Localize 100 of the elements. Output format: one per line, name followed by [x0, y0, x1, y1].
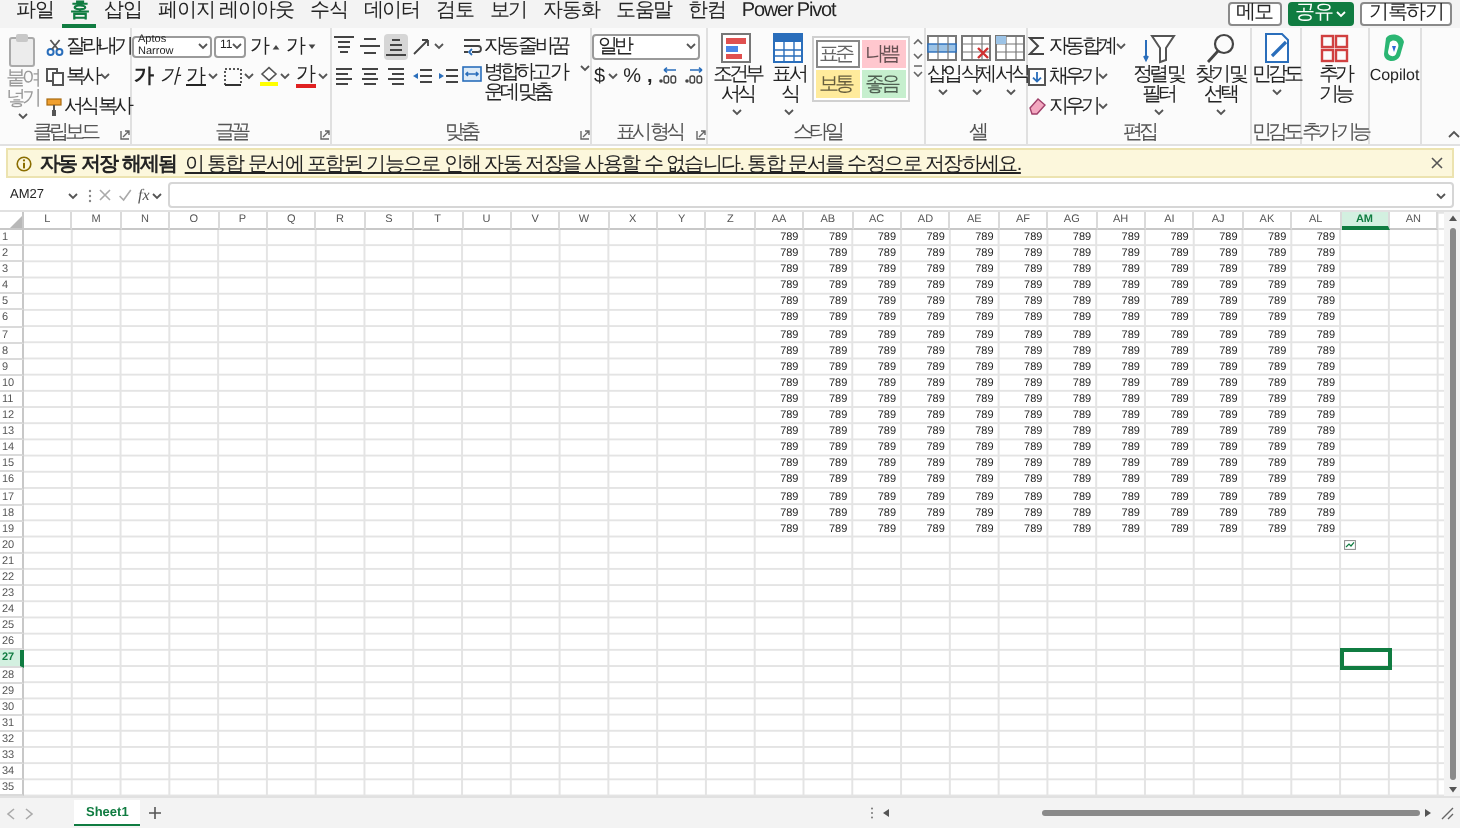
delete-button[interactable]: 삭제 — [960, 32, 993, 96]
align-middle-button[interactable] — [358, 33, 382, 59]
merge-center-button[interactable]: 병합하고 가운데 맞춤 — [462, 64, 590, 104]
caret-icon — [17, 112, 27, 120]
scroll-up-icon[interactable] — [912, 36, 925, 48]
insert-function-button[interactable]: fx — [138, 186, 162, 204]
align-center-button[interactable] — [358, 63, 382, 89]
decrease-indent-button[interactable] — [410, 63, 434, 89]
fill-button[interactable]: 채우기 — [1028, 62, 1127, 90]
caret-icon — [244, 72, 254, 80]
horizontal-scrollbar[interactable] — [882, 808, 1432, 818]
conditional-formatting-button[interactable]: 조건부 서식 — [708, 32, 765, 116]
eraser-icon — [1028, 96, 1047, 116]
borders-button[interactable] — [222, 63, 256, 89]
toolbar-button[interactable]: 메모 — [1227, 2, 1282, 26]
group-label: 민감도 — [1252, 122, 1301, 144]
dialog-launcher-icon[interactable] — [696, 130, 707, 140]
ribbon-tab[interactable]: 자동화 — [535, 0, 608, 28]
group-label: 추가 기능 — [1302, 122, 1368, 144]
merge-cells-icon — [462, 64, 482, 84]
collapse-ribbon-icon[interactable] — [1448, 130, 1460, 138]
caret-icon — [731, 108, 742, 116]
caret-icon — [198, 42, 208, 50]
ribbon-tab[interactable]: 검토 — [428, 0, 482, 28]
comma-button[interactable]: , — [644, 63, 655, 89]
ribbon-tab[interactable]: 파일 — [8, 0, 62, 28]
ribbon-tab[interactable]: 보기 — [481, 0, 536, 28]
sensitivity-button[interactable]: 민감도 — [1252, 32, 1301, 96]
align-bottom-button[interactable] — [384, 33, 408, 59]
cell-style[interactable]: 나쁨 — [862, 40, 907, 68]
ribbon-tab[interactable]: 삽입 — [96, 0, 151, 28]
increase-indent-button[interactable] — [436, 63, 460, 89]
ribbon-tab[interactable]: 한컴 — [680, 0, 734, 28]
ribbon-tab[interactable]: 수식 — [302, 0, 356, 28]
ribbon-tab[interactable]: 도움말 — [607, 0, 681, 28]
cell-style[interactable]: 좋음 — [862, 70, 907, 98]
quick-analysis-icon[interactable] — [1343, 539, 1356, 550]
caret-icon — [151, 191, 162, 199]
underline-button[interactable]: 가 — [184, 63, 220, 89]
wrap-text-button[interactable]: 자동 줄 바꿈 — [462, 32, 590, 60]
cut-button[interactable]: 잘라내기 — [46, 32, 130, 60]
sort-filter-button[interactable]: 정렬 및 필터 — [1128, 32, 1189, 116]
ribbon-tab[interactable]: 페이지 레이아웃 — [150, 0, 303, 28]
vertical-scrollbar[interactable] — [1444, 212, 1460, 796]
dialog-launcher-icon[interactable] — [320, 130, 330, 140]
active-cell[interactable] — [1341, 650, 1390, 668]
decrease-decimal-button[interactable] — [682, 63, 707, 89]
bold-button[interactable]: 가 — [132, 63, 156, 89]
caret-icon — [1098, 72, 1109, 80]
dialog-launcher-icon[interactable] — [580, 130, 590, 140]
add-ins-button[interactable]: 추가 기능 — [1312, 32, 1357, 106]
toolbar-button[interactable]: 기록하기 — [1360, 2, 1452, 26]
increase-indent-icon — [438, 66, 458, 86]
clear-button[interactable]: 지우기 — [1028, 92, 1127, 120]
ribbon-tab[interactable]: Power Pivot — [733, 0, 844, 28]
copy-button[interactable]: 복사 — [46, 62, 130, 90]
group-label: 클립보드 — [33, 122, 97, 144]
percent-button[interactable]: % — [621, 63, 643, 89]
find-select-button[interactable]: 찾기 및 선택 — [1190, 32, 1251, 116]
orientation-button[interactable] — [410, 33, 446, 59]
caret-icon — [1436, 191, 1446, 199]
checkmark-icon[interactable] — [118, 188, 132, 202]
info-icon — [16, 155, 32, 171]
cell-style[interactable]: 보통 — [816, 70, 861, 98]
add-sheet-icon[interactable] — [148, 806, 163, 820]
fill-color-button[interactable] — [258, 63, 292, 89]
increase-decimal-button[interactable] — [656, 63, 681, 89]
copilot-button[interactable]: Copilot — [1369, 32, 1420, 86]
caret-icon — [100, 72, 110, 80]
caret-icon — [1336, 10, 1347, 18]
formula-field[interactable] — [167, 182, 1454, 208]
more-styles-icon[interactable] — [912, 64, 925, 80]
align-top-icon — [334, 36, 354, 56]
shrink-font-button[interactable]: 가 — [284, 33, 318, 59]
close-icon[interactable] — [1430, 156, 1444, 170]
currency-button[interactable]: $ — [592, 63, 620, 89]
caret-icon — [971, 88, 982, 96]
number-format-field[interactable]: 일반 — [592, 33, 700, 59]
caret-icon — [937, 88, 948, 96]
scroll-down-icon[interactable] — [912, 50, 925, 62]
grow-font-button[interactable]: 가 — [248, 33, 282, 59]
format-button[interactable]: 서식 — [994, 32, 1027, 96]
caret-icon — [1098, 102, 1109, 110]
format-painter-button[interactable]: 서식 복사 — [46, 92, 130, 120]
align-left-button[interactable] — [332, 63, 356, 89]
align-top-button[interactable] — [332, 33, 356, 59]
font-color-button[interactable]: 가 — [294, 63, 330, 89]
insert-button[interactable]: 삽입 — [926, 32, 959, 96]
align-right-button[interactable] — [384, 63, 408, 89]
italic-button[interactable]: 가 — [158, 63, 182, 89]
cell-style[interactable]: 표준 — [816, 40, 861, 68]
ribbon-tab[interactable]: 데이터 — [355, 0, 429, 28]
search-icon — [1204, 32, 1237, 64]
format-as-table-button[interactable]: 표 서식 — [766, 32, 811, 116]
group-label: 스타일 — [792, 122, 841, 144]
notice-link[interactable]: 이 통합 문서에 포함된 기능으로 인해 자동 저장을 사용할 수 없습니다. 통합 문서를 수정으로 저장하세요. — [184, 149, 1021, 177]
dialog-launcher-icon[interactable] — [120, 130, 130, 140]
autosum-button[interactable]: 자동 합계 — [1028, 32, 1127, 60]
share-button[interactable]: 공유 — [1287, 2, 1355, 26]
fill-down-icon — [1028, 67, 1047, 85]
